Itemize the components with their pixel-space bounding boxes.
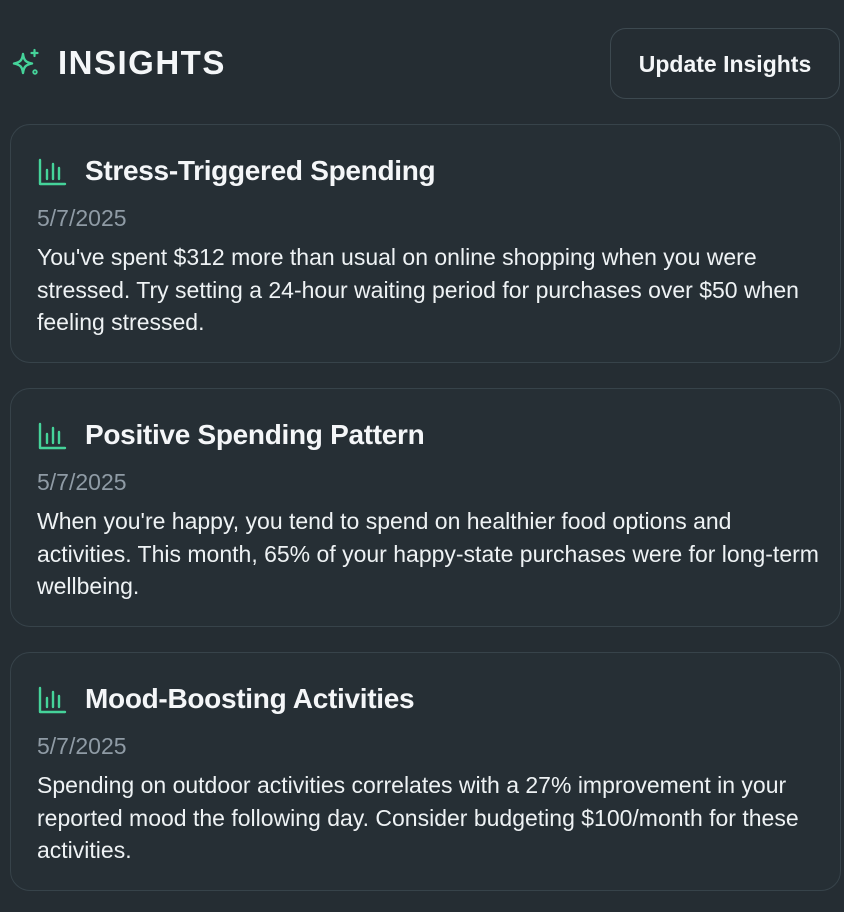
- insights-header: INSIGHTS Update Insights: [0, 0, 844, 120]
- insight-description: When you're happy, you tend to spend on …: [37, 508, 819, 599]
- insight-date: 5/7/2025: [37, 205, 127, 231]
- insight-description: You've spent $312 more than usual on onl…: [37, 244, 799, 335]
- insight-date: 5/7/2025: [37, 469, 127, 495]
- bar-chart-icon: [38, 686, 67, 714]
- insight-title: Stress-Triggered Spending: [85, 155, 436, 186]
- page-title: INSIGHTS: [58, 44, 226, 81]
- insight-card: Stress-Triggered Spending 5/7/2025 You'v…: [10, 124, 841, 363]
- insight-title: Mood-Boosting Activities: [85, 683, 415, 714]
- update-insights-button[interactable]: Update Insights: [610, 28, 840, 99]
- insight-date: 5/7/2025: [37, 733, 127, 759]
- insights-panel: INSIGHTS Update Insights Stress-Triggere…: [0, 0, 844, 912]
- insight-card: Mood-Boosting Activities 5/7/2025 Spendi…: [10, 652, 841, 891]
- sparkle-icon: [12, 48, 39, 75]
- bar-chart-icon: [38, 158, 67, 186]
- insight-card: Positive Spending Pattern 5/7/2025 When …: [10, 388, 841, 627]
- insight-description: Spending on outdoor activities correlate…: [37, 772, 799, 863]
- bar-chart-icon: [38, 422, 67, 450]
- insight-title: Positive Spending Pattern: [85, 419, 425, 450]
